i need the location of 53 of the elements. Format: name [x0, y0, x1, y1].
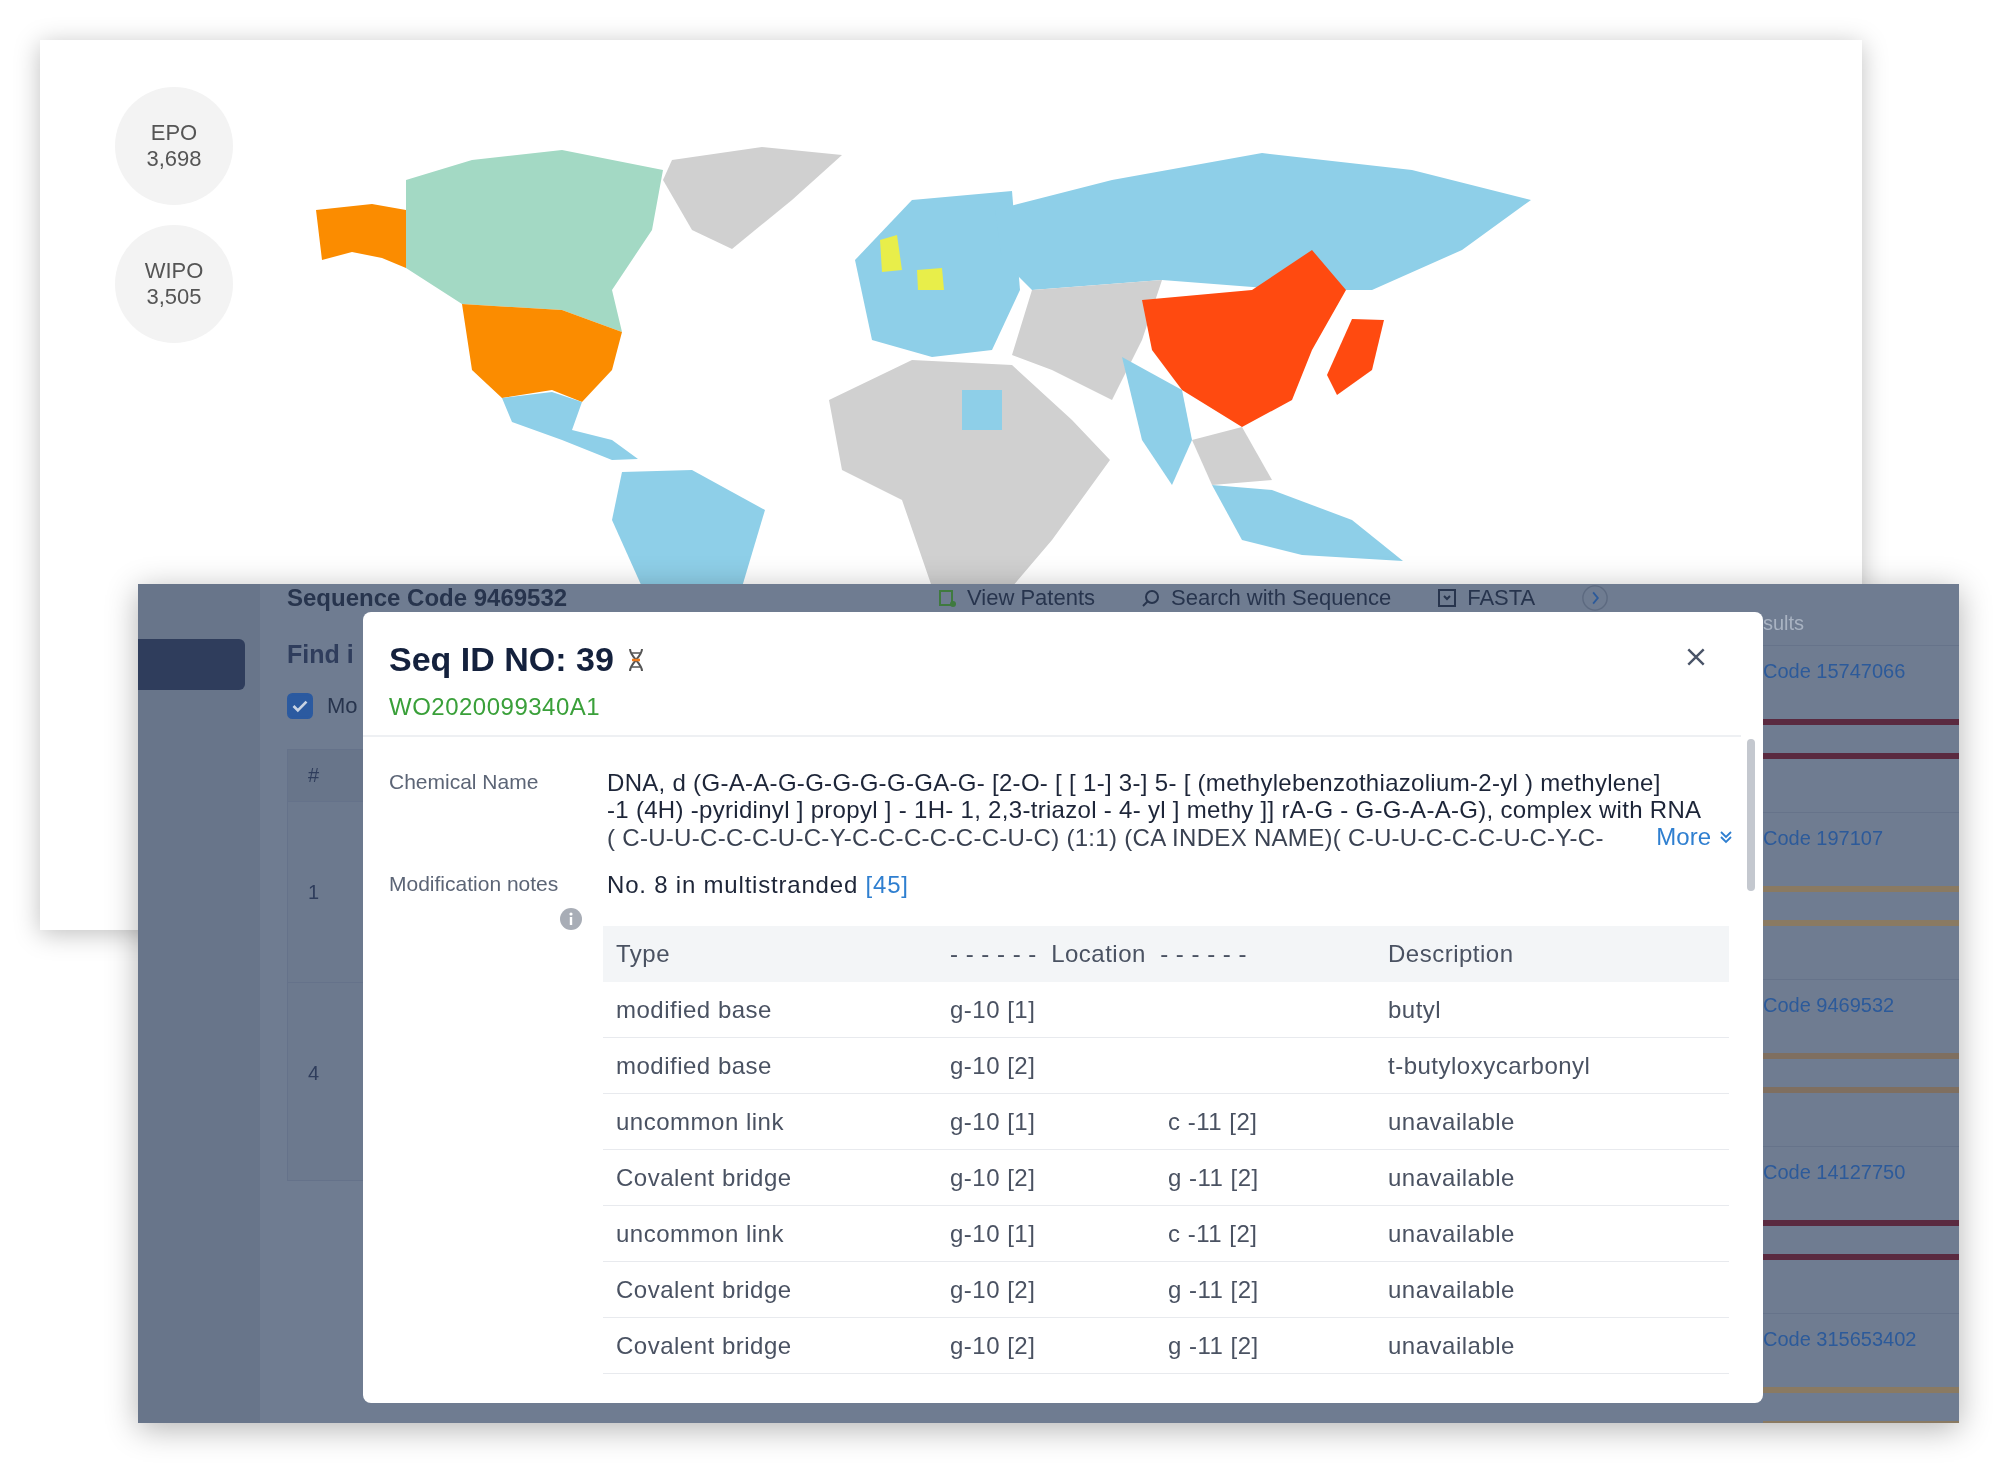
table-cell: c -11 [2]	[1155, 1093, 1375, 1150]
find-heading: Find i	[287, 640, 354, 669]
chemical-name-line: DNA, d (G-A-A-G-G-G-G-G-GA-G- [2-O- [ [ 1-] 3-] 5- [ (methylebenzothiazolium-2-yl ) methylene]	[607, 769, 1662, 796]
column-header: Type	[603, 926, 937, 982]
table-cell: g-10 [2]	[937, 1037, 1155, 1094]
table-cell: g -11 [2]	[1155, 1261, 1375, 1318]
table-cell: uncommon link	[603, 1093, 937, 1150]
table-cell: g -11 [2]	[1155, 1317, 1375, 1374]
table-cell: unavailable	[1375, 1205, 1729, 1262]
table-cell: Covalent bridge	[603, 1149, 937, 1206]
table-cell: unavailable	[1375, 1149, 1729, 1206]
column-header: - - - - - - Location - - - - - -	[937, 926, 1375, 982]
patent-number-link[interactable]: WO2020099340A1	[389, 693, 646, 721]
chemical-name-line: -1 (4H) -pyridinyl ] propyl ] - 1H- 1, 2,3-triazol - 4- yl ] methy ]] rA-G - G-G-A-A-G), complex with RNA	[607, 796, 1703, 823]
table-cell: g-10 [2]	[937, 1261, 1155, 1318]
office-count-badge: EPO 3,698	[115, 87, 233, 205]
table-cell: unavailable	[1375, 1261, 1729, 1318]
sequence-code-link[interactable]: Code 9469532	[1763, 994, 1959, 1017]
table-cell: g-10 [1]	[937, 982, 1155, 1038]
table-cell: g-10 [2]	[937, 1317, 1155, 1374]
field-label: Modification notes	[389, 871, 560, 897]
table-cell: c -11 [2]	[1155, 1205, 1375, 1262]
table-cell: g-10 [2]	[937, 1149, 1155, 1206]
table-cell: g -11 [2]	[1155, 1149, 1375, 1206]
sequence-heading: Sequence Code 9469532	[287, 585, 569, 611]
dialog-title: Seq ID NO: 39	[389, 640, 614, 679]
toolbar-button[interactable]: FASTA	[1437, 587, 1536, 609]
sequence-code-link[interactable]: Code 315653402	[1763, 1328, 1959, 1351]
table-cell: uncommon link	[603, 1205, 937, 1262]
sequence-code-link[interactable]: Code 14127750	[1763, 1161, 1959, 1184]
table-cell: modified base	[603, 982, 937, 1038]
table-cell: butyl	[1375, 982, 1729, 1038]
chemical-name-line: ( C-U-U-C-C-C-U-C-Y-C-C-C-C-C-C-U-C) (1:1) (CA INDEX NAME)( C-U-U-C-C-C-U-C-Y-C-	[607, 823, 1604, 851]
sequence-code-link[interactable]: Code 197107	[1763, 827, 1959, 850]
reference-link[interactable]: [45]	[865, 871, 909, 898]
table-cell: modified base	[603, 1037, 937, 1094]
office-count-badge: WIPO 3,505	[115, 225, 233, 343]
field-label: Chemical Name	[389, 769, 540, 795]
table-cell: g-10 [1]	[937, 1093, 1155, 1150]
table-cell: unavailable	[1375, 1093, 1729, 1150]
results-label: sults	[1763, 612, 1806, 636]
toolbar-button[interactable]: Search with Sequence	[1141, 587, 1392, 609]
toolbar-button[interactable]: View Patents	[937, 587, 1095, 609]
column-header: Description	[1375, 926, 1729, 982]
sequence-code-link[interactable]: Code 15747066	[1763, 660, 1959, 683]
checkbox-label: Mo	[327, 693, 358, 719]
table-cell: g-10 [1]	[937, 1205, 1155, 1262]
table-cell: unavailable	[1375, 1317, 1729, 1374]
table-cell: t-butyloxycarbonyl	[1375, 1037, 1729, 1094]
more-link[interactable]: More	[1656, 823, 1733, 851]
table-cell: Covalent bridge	[603, 1261, 937, 1318]
modification-note: No. 8 in multistranded	[607, 871, 859, 898]
table-cell: Covalent bridge	[603, 1317, 937, 1374]
